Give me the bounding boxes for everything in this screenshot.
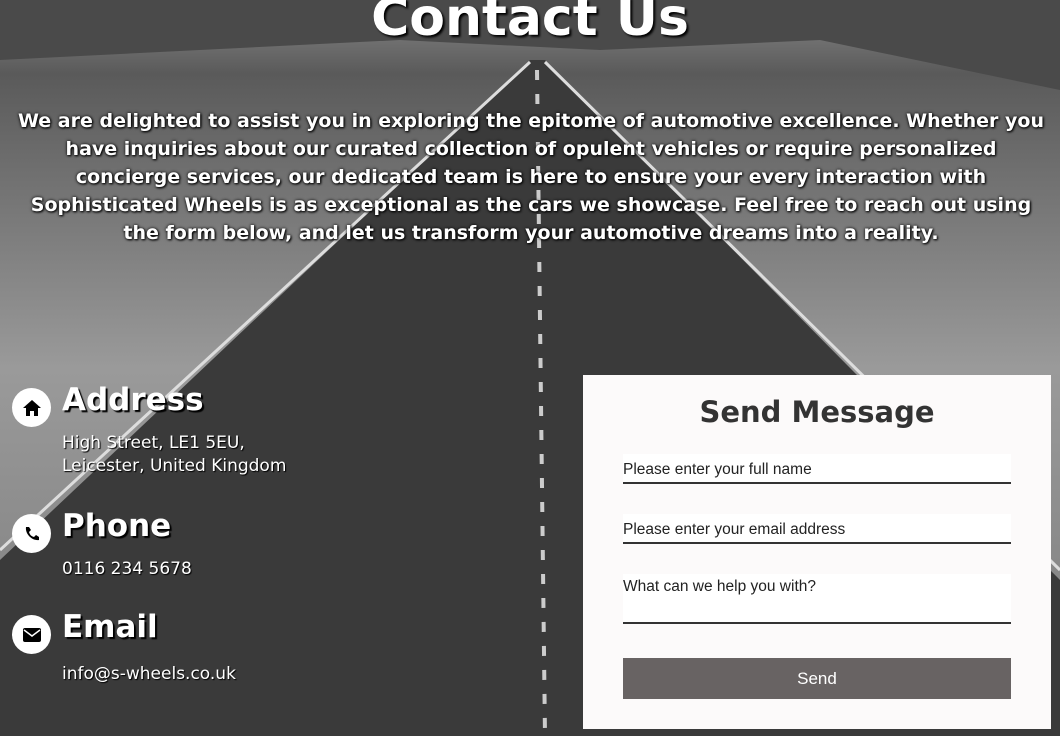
- address-line-2: Leicester, United Kingdom: [62, 456, 287, 476]
- address-text: High Street, LE1 5EU, Leicester, United …: [62, 432, 286, 478]
- send-message-form: Send Message Send: [583, 375, 1051, 729]
- home-icon: [12, 388, 51, 427]
- envelope-icon: [12, 615, 51, 654]
- send-button[interactable]: Send: [623, 658, 1011, 699]
- email-address: info@s-wheels.co.uk: [62, 664, 236, 684]
- intro-text: We are delighted to assist you in explor…: [18, 110, 1044, 244]
- email-input[interactable]: [623, 514, 1011, 544]
- email-heading: Email: [62, 609, 158, 645]
- address-heading: Address: [62, 382, 204, 418]
- phone-heading: Phone: [62, 508, 172, 544]
- phone-icon: [12, 514, 51, 553]
- address-line-1: High Street, LE1 5EU,: [62, 433, 245, 453]
- phone-number: 0116 234 5678: [62, 559, 192, 579]
- full-name-input[interactable]: [623, 454, 1011, 484]
- message-textarea[interactable]: [623, 574, 1011, 624]
- form-title: Send Message: [699, 395, 935, 429]
- page-title: Contact Us: [371, 0, 689, 48]
